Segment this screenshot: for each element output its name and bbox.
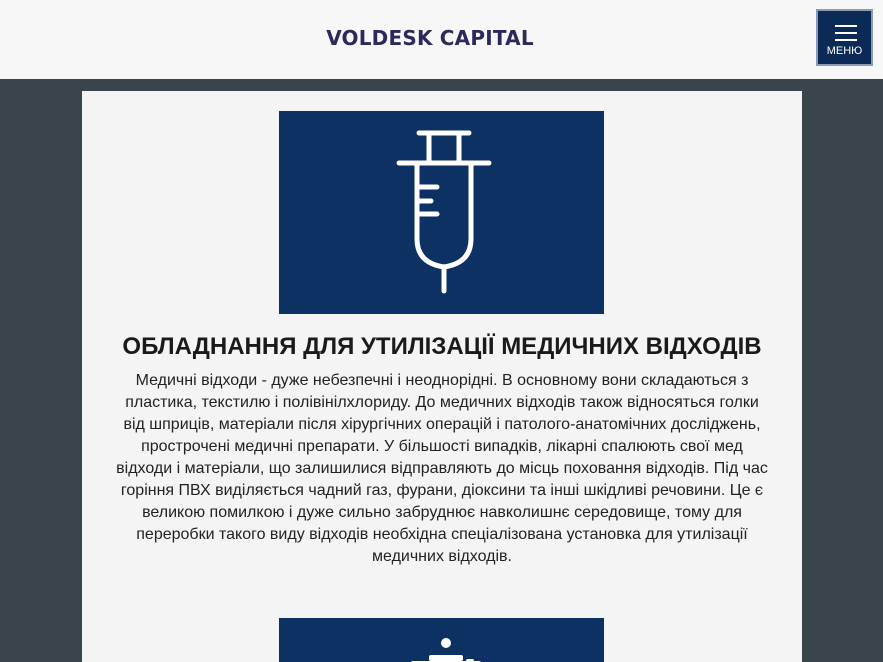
menu-label: МЕНЮ xyxy=(826,45,863,57)
next-card-image xyxy=(279,618,604,662)
card-description: Медичні відходи - дуже небезпечні і неод… xyxy=(112,370,772,568)
description-line: від шприців, матеріали після хірургічних… xyxy=(123,416,761,433)
site-header: VOLDESK CAPITAL МЕНЮ xyxy=(0,0,883,79)
hamburger-icon-bar xyxy=(835,39,857,41)
description-line: пластика, текстилю і полівінілхлориду. Д… xyxy=(125,394,759,411)
menu-button[interactable]: МЕНЮ xyxy=(816,9,873,66)
syringe-icon xyxy=(396,130,492,294)
description-line: відходи і матеріали, що залишилися відпр… xyxy=(116,460,768,477)
description-line: горіння ПВХ виділяється чадний газ, фура… xyxy=(120,482,764,499)
content-panel: ОБЛАДНАННЯ ДЛЯ УТИЛІЗАЦІЇ МЕДИЧНИХ ВІДХО… xyxy=(82,91,802,662)
card-title: ОБЛАДНАННЯ ДЛЯ УТИЛІЗАЦІЇ МЕДИЧНИХ ВІДХО… xyxy=(122,333,762,360)
hamburger-icon-bar xyxy=(835,32,857,34)
logo[interactable]: VOLDESK CAPITAL xyxy=(0,26,860,50)
description-line: Медичні відходи - дуже небезпечні і неод… xyxy=(135,372,749,389)
equipment-icon xyxy=(411,638,481,662)
card-image xyxy=(279,111,604,314)
description-line: великою помилкою і дуже сильно забруднює… xyxy=(142,504,742,521)
description-line: переробки такого виду відходів необхідна… xyxy=(136,526,748,543)
hamburger-icon xyxy=(835,25,857,27)
description-line: медичних відходів. xyxy=(372,548,512,565)
description-line: прострочені медичні препарати. У більшос… xyxy=(141,438,743,455)
